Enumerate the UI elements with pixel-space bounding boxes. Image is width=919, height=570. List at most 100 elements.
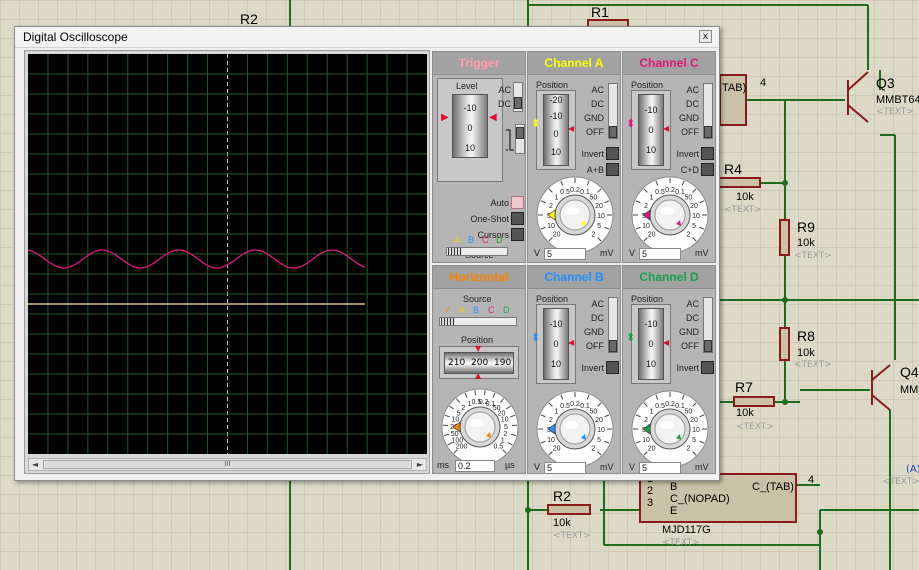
- dial-scale-label: 0.5: [655, 189, 665, 196]
- channel_c-position-label: Position: [631, 80, 664, 90]
- channel_b-unit-left: V: [534, 462, 541, 472]
- trigger-level-drum[interactable]: -10 0 10: [452, 94, 488, 158]
- oscilloscope-window[interactable]: Digital Oscilloscope x ◄ III ► Trigger L…: [14, 26, 720, 481]
- channel_c-coupling-gnd-label: GND: [679, 113, 699, 123]
- channel_c-coupling-switch[interactable]: [703, 83, 713, 139]
- dial-scale-label: 10: [597, 427, 605, 434]
- horizontal-source-a[interactable]: A: [459, 305, 465, 315]
- dial-scale-label: 20: [595, 417, 603, 424]
- channel_b-coupling-off-label: OFF: [586, 341, 604, 351]
- channel_d-coupling-thumb[interactable]: [704, 340, 712, 352]
- channel_c-position-drum[interactable]: -10 0 10: [638, 94, 664, 166]
- horizontal-source-d[interactable]: D: [503, 305, 510, 315]
- dial-scale-label: 0.2: [665, 187, 675, 194]
- horizontal-unit-right: µs: [505, 460, 515, 470]
- ic-pin-b: B: [670, 481, 677, 493]
- channel_a-coupling-ac-label: AC: [591, 85, 604, 95]
- channel-d-title: Channel D: [623, 266, 715, 289]
- ic-pin-e: E: [670, 505, 677, 517]
- channel_d-coupling-gnd-label: GND: [679, 327, 699, 337]
- channel-c-trace: [27, 249, 366, 269]
- channel_b-coupling-gnd-label: GND: [584, 327, 604, 337]
- trigger-source-d[interactable]: D: [496, 235, 503, 245]
- horizontal-scrollbar[interactable]: ◄ III ►: [28, 458, 427, 471]
- channel_d-coupling-off-label: OFF: [681, 341, 699, 351]
- oneshot-label: One-Shot: [470, 214, 509, 224]
- trigger-source-selector[interactable]: A B C D: [446, 235, 516, 247]
- dial-scale-label: 0.1: [675, 403, 685, 410]
- scroll-left-arrow[interactable]: ◄: [29, 459, 41, 470]
- trigger-edge-thumb[interactable]: [516, 127, 524, 139]
- channel_c-value-field[interactable]: 5: [639, 248, 681, 260]
- channel_d-invert-button[interactable]: [701, 361, 714, 374]
- label-r4: R4: [724, 161, 742, 177]
- label-r7: R7: [735, 379, 753, 395]
- dial-scale-label: 20: [648, 445, 656, 452]
- channel-c-title: Channel C: [623, 52, 715, 75]
- channel_b-coupling-thumb[interactable]: [609, 340, 617, 352]
- auto-button[interactable]: [511, 196, 524, 209]
- channel_b-coupling-switch[interactable]: [608, 297, 618, 353]
- trigger-source-slider-thumb[interactable]: [448, 248, 462, 255]
- channel_b-position-drum[interactable]: -10 0 10: [543, 308, 569, 380]
- horizontal-source-b[interactable]: B: [473, 305, 479, 315]
- dial-scale-label: 2: [644, 417, 648, 424]
- channel_d-coupling-switch[interactable]: [703, 297, 713, 353]
- channel_d-value-field[interactable]: 5: [639, 462, 681, 474]
- channel_d-unit-right: mV: [695, 462, 709, 472]
- channel_b-value-field[interactable]: 5: [544, 462, 586, 474]
- channel_d-position-arrows: ⬍: [626, 331, 636, 344]
- channel_a-invert-button[interactable]: [606, 147, 619, 160]
- channel_a-coupling-switch[interactable]: [608, 83, 618, 139]
- dial-scale-label: 2: [644, 203, 648, 210]
- dial-scale-label: 50: [589, 409, 597, 416]
- horizontal-value-field[interactable]: 0.2: [455, 460, 495, 472]
- dial-scale-label: 2: [549, 417, 553, 424]
- label-r2: R2: [553, 488, 571, 504]
- trigger-edge-switch[interactable]: [515, 124, 525, 154]
- dial-scale-label: 10: [642, 437, 650, 444]
- close-button[interactable]: x: [699, 30, 712, 43]
- trigger-level-marker-right: ◀: [489, 112, 497, 123]
- dial-knob-highlight: [470, 419, 484, 427]
- channel_b-drum-mark: 0: [553, 339, 559, 349]
- dial-scale-label: 20: [690, 203, 698, 210]
- oneshot-button[interactable]: [511, 212, 524, 225]
- trigger-drum-mark: -10: [463, 103, 477, 113]
- trigger-coupling-thumb[interactable]: [514, 97, 522, 109]
- horizontal-position-tick: 210: [448, 358, 466, 368]
- channel_a-position-drum[interactable]: -20 -10 0 10: [543, 94, 569, 166]
- trigger-source-a[interactable]: A: [454, 235, 460, 245]
- ic-pin-3: 3: [647, 497, 653, 509]
- trigger-source-c[interactable]: C: [482, 235, 489, 245]
- channel_c-coupling-off-label: OFF: [681, 127, 699, 137]
- label-q4-part: MMI: [900, 384, 919, 396]
- scroll-thumb[interactable]: III: [43, 460, 412, 469]
- label-q3: Q3: [876, 75, 895, 91]
- channel_b-coupling-dc-label: DC: [591, 313, 604, 323]
- channel_d-drum-mark: -10: [644, 319, 658, 329]
- channel_a-unit-right: mV: [600, 248, 614, 258]
- channel_a-value-field[interactable]: 5: [544, 248, 586, 260]
- horizontal-source-slider-thumb[interactable]: [441, 318, 455, 325]
- channel_a-coupling-thumb[interactable]: [609, 126, 617, 138]
- horizontal-source-slider[interactable]: [439, 317, 517, 326]
- title-bar[interactable]: Digital Oscilloscope x: [15, 27, 719, 48]
- channel_d-coupling-dc-label: DC: [686, 313, 699, 323]
- scroll-right-arrow[interactable]: ►: [414, 459, 426, 470]
- dial-scale-label: 1: [555, 409, 559, 416]
- trigger-source-slider[interactable]: [446, 247, 508, 256]
- ic-pin-c: C_(NOPAD): [670, 493, 730, 505]
- label-r7-text: <TEXT>: [736, 422, 774, 432]
- channel_c-invert-button[interactable]: [701, 147, 714, 160]
- channel_c-coupling-thumb[interactable]: [704, 126, 712, 138]
- horizontal-position-tick: 200: [471, 358, 489, 368]
- channel_b-position-marker: ◀: [568, 338, 575, 347]
- trigger-source-b[interactable]: B: [468, 235, 474, 245]
- trigger-coupling-switch[interactable]: [513, 82, 523, 112]
- horizontal-source-c[interactable]: C: [488, 305, 495, 315]
- channel_b-drum-mark: -10: [549, 319, 563, 329]
- channel_b-invert-button[interactable]: [606, 361, 619, 374]
- label-r9-val: 10k: [797, 237, 815, 249]
- channel_d-position-drum[interactable]: -10 0 10: [638, 308, 664, 380]
